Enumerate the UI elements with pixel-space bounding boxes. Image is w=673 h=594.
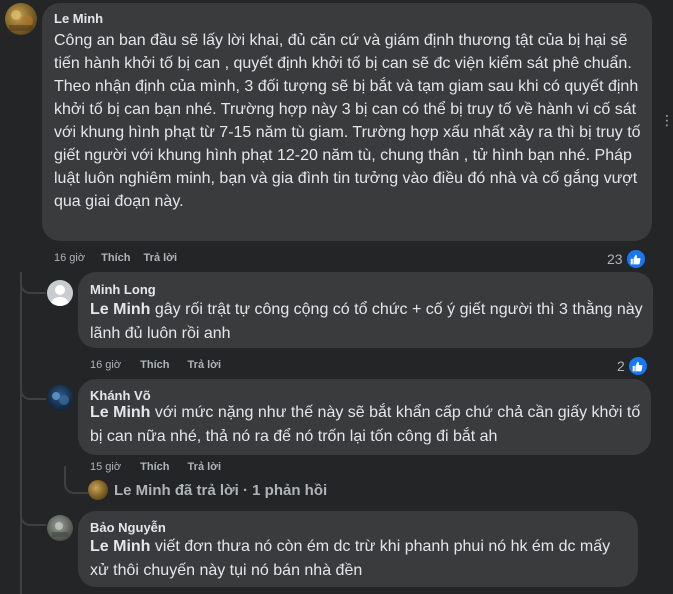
reaction-summary[interactable]: 2 (617, 355, 649, 377)
avatar-le-minh[interactable] (5, 3, 37, 35)
comment-author[interactable]: Le Minh (54, 11, 103, 27)
like-button[interactable]: Thích (101, 252, 130, 264)
avatar-bao-nguyen[interactable] (47, 515, 73, 541)
reply-time[interactable]: 15 giờ (90, 461, 121, 473)
reply-text: Le Minh gây rối trật tự công cộng có tổ … (90, 298, 645, 346)
reaction-count: 2 (617, 358, 625, 374)
reply-meta: 15 giờ Thích Trả lời (90, 460, 221, 474)
reply-time[interactable]: 16 giờ (90, 359, 121, 371)
like-button[interactable]: Thích (140, 461, 169, 473)
avatar-le-minh-small (88, 480, 108, 500)
more-options-icon[interactable]: ⋮ (660, 112, 673, 129)
avatar-minh-long[interactable] (47, 280, 73, 306)
comment-meta: 16 giờ Thích Trả lời (54, 251, 177, 265)
comment-bubble: Le Minh Công an ban đầu sẽ lấy lời khai,… (42, 3, 652, 241)
mention-link[interactable]: Le Minh (90, 301, 150, 318)
like-icon (626, 355, 649, 377)
reply-text: Le Minh với mức nặng như thế này sẽ bắt … (90, 401, 643, 449)
reply-message: gây rối trật tự công cộng có tổ chức + c… (90, 301, 643, 342)
mention-link[interactable]: Le Minh (90, 404, 150, 421)
reply-message: với mức nặng như thế này sẽ bắt khẩn cấp… (90, 404, 641, 445)
reply-author[interactable]: Minh Long (90, 282, 156, 298)
default-avatar-icon (51, 285, 69, 306)
replied-summary-text: Le Minh đã trả lời · 1 phản hồi (114, 481, 328, 499)
reply-bubble: Bảo Nguyễn Le Minh viết đơn thưa nó còn … (78, 511, 638, 587)
thread-connector (20, 384, 46, 400)
avatar-khanh-vo[interactable] (47, 385, 73, 411)
like-icon (624, 248, 647, 270)
reply-bubble: Khánh Võ Le Minh với mức nặng như thế nà… (78, 379, 651, 455)
comment-text: Công an ban đầu sẽ lấy lời khai, đủ căn … (54, 32, 641, 210)
thread-connector (20, 278, 46, 294)
reply-message: viết đơn thưa nó còn ém dc trừ khi phanh… (90, 538, 611, 579)
reaction-summary[interactable]: 23 (607, 248, 647, 270)
reply-button[interactable]: Trả lời (188, 461, 222, 473)
reply-meta: 16 giờ Thích Trả lời (90, 358, 221, 372)
avatar-image-icon (52, 392, 69, 405)
thread-connector (20, 510, 46, 526)
comment-time[interactable]: 16 giờ (54, 252, 85, 264)
avatar-image-icon (52, 522, 68, 537)
reaction-count: 23 (607, 251, 623, 267)
replied-summary[interactable]: Le Minh đã trả lời · 1 phản hồi (88, 480, 327, 500)
reply-author[interactable]: Bảo Nguyễn (90, 520, 166, 536)
reply-button[interactable]: Trả lời (188, 359, 222, 371)
reply-text: Le Minh viết đơn thưa nó còn ém dc trừ k… (90, 535, 630, 583)
reply-button[interactable]: Trả lời (144, 252, 178, 264)
nested-thread-connector (64, 466, 88, 494)
mention-link[interactable]: Le Minh (90, 538, 150, 555)
reply-thread-line (20, 272, 22, 594)
reply-bubble: Minh Long Le Minh gây rối trật tự công c… (78, 272, 653, 348)
avatar-image-icon (9, 10, 33, 31)
like-button[interactable]: Thích (140, 359, 169, 371)
